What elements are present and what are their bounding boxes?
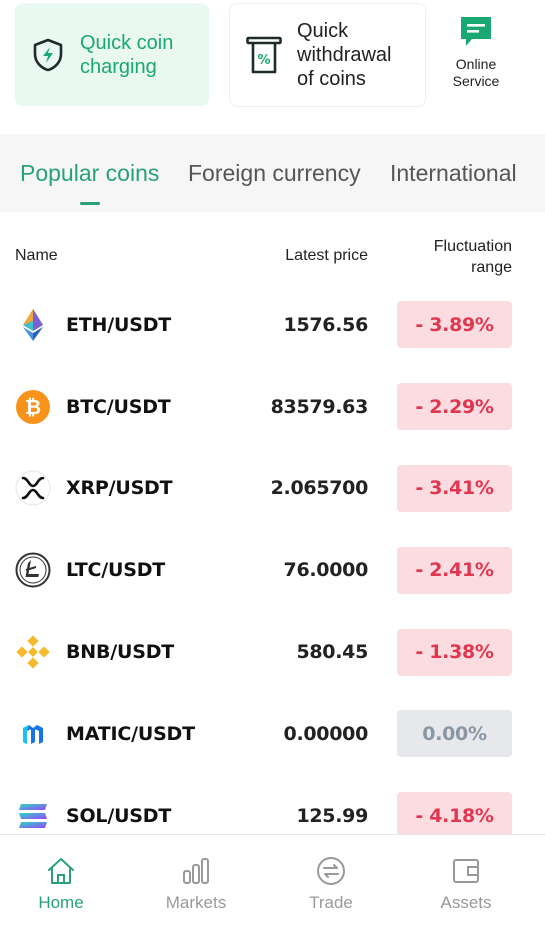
matic-icon (23, 724, 43, 744)
tab-international[interactable]: International (390, 160, 517, 187)
active-tab-indicator (80, 202, 100, 205)
change-badge: - 3.41% (397, 464, 512, 512)
online-service-label: Online Service (452, 56, 500, 89)
sol-icon (19, 803, 47, 828)
latest-price: 1576.56 (283, 313, 369, 336)
pair-name: BNB/USDT (66, 641, 175, 664)
shield-lightning-icon (33, 38, 63, 71)
quick-withdraw-button[interactable]: % Quick withdrawal of coins (229, 3, 426, 107)
ltc-icon (15, 552, 51, 588)
nav-trade-label: Trade (309, 893, 353, 912)
nav-assets-label: Assets (440, 893, 492, 912)
tab-foreign-currency[interactable]: Foreign currency (188, 160, 361, 187)
quick-withdraw-label: Quick withdrawal of coins (297, 20, 392, 90)
quick-charge-button[interactable]: Quick coin charging (15, 3, 209, 106)
nav-assets[interactable]: Assets (421, 855, 511, 913)
market-row-bnb[interactable]: BNB/USDT 580.45 - 1.38% (0, 611, 545, 693)
change-badge: 0.00% (397, 710, 512, 758)
bnb-icon (16, 635, 50, 669)
change-badge: - 1.38% (397, 628, 512, 676)
nav-markets-label: Markets (165, 893, 227, 912)
svg-text:%: % (257, 53, 270, 68)
latest-price: 125.99 (296, 804, 368, 827)
home-icon (48, 858, 74, 884)
app-screen: Quick coin charging % Quick withdrawal o… (0, 0, 545, 932)
change-badge: - 4.18% (397, 792, 512, 840)
markets-icon (183, 858, 209, 884)
column-header-fluctuation: Fluctuation range (433, 238, 512, 276)
nav-home-label: Home (38, 893, 84, 912)
latest-price: 580.45 (296, 641, 368, 664)
btc-icon: ₿ (16, 389, 50, 424)
quick-actions: Quick coin charging % Quick withdrawal o… (15, 3, 535, 107)
pair-name: SOL/USDT (66, 804, 172, 827)
column-header-price: Latest price (285, 247, 368, 264)
bottom-navigation: Home Markets Trade Assets (0, 834, 545, 932)
market-row-matic[interactable]: MATIC/USDT 0.00000 0.00% (0, 693, 545, 775)
pair-name: LTC/USDT (66, 559, 166, 582)
market-row-xrp[interactable]: XRP/USDT 2.065700 - 3.41% (0, 448, 545, 530)
nav-home[interactable]: Home (16, 855, 106, 913)
pair-name: XRP/USDT (66, 477, 173, 500)
tab-popular-coins[interactable]: Popular coins (20, 160, 159, 187)
pair-name: ETH/USDT (66, 313, 172, 336)
latest-price: 76.0000 (283, 559, 369, 582)
market-tabs: Popular coins Foreign currency Internati… (0, 134, 545, 212)
trade-icon (317, 857, 345, 885)
xrp-icon (15, 470, 51, 506)
market-row-ltc[interactable]: LTC/USDT 76.0000 - 2.41% (0, 529, 545, 611)
chat-icon (461, 17, 491, 46)
nav-trade[interactable]: Trade (286, 855, 376, 913)
latest-price: 83579.63 (270, 395, 369, 418)
assets-icon (453, 859, 479, 883)
svg-text:₿: ₿ (25, 395, 41, 419)
withdraw-ticket-icon: % (246, 36, 282, 74)
pair-name: MATIC/USDT (66, 722, 195, 745)
latest-price: 2.065700 (270, 477, 369, 500)
market-row-btc[interactable]: ₿ BTC/USDT 83579.63 - 2.29% (0, 366, 545, 448)
quick-charge-label: Quick coin charging (80, 31, 174, 78)
change-badge: - 3.89% (397, 301, 512, 349)
change-badge: - 2.41% (397, 546, 512, 594)
latest-price: 0.00000 (283, 722, 369, 745)
eth-icon (23, 308, 43, 341)
pair-name: BTC/USDT (66, 395, 171, 418)
nav-markets[interactable]: Markets (151, 855, 241, 913)
change-badge: - 2.29% (397, 383, 512, 431)
market-list: ETH/USDT 1576.56 - 3.89% ₿ BTC/USDT 8357… (0, 284, 545, 857)
online-service-button[interactable]: Online Service (441, 11, 511, 103)
column-header-name: Name (15, 247, 58, 264)
market-row-eth[interactable]: ETH/USDT 1576.56 - 3.89% (0, 284, 545, 366)
